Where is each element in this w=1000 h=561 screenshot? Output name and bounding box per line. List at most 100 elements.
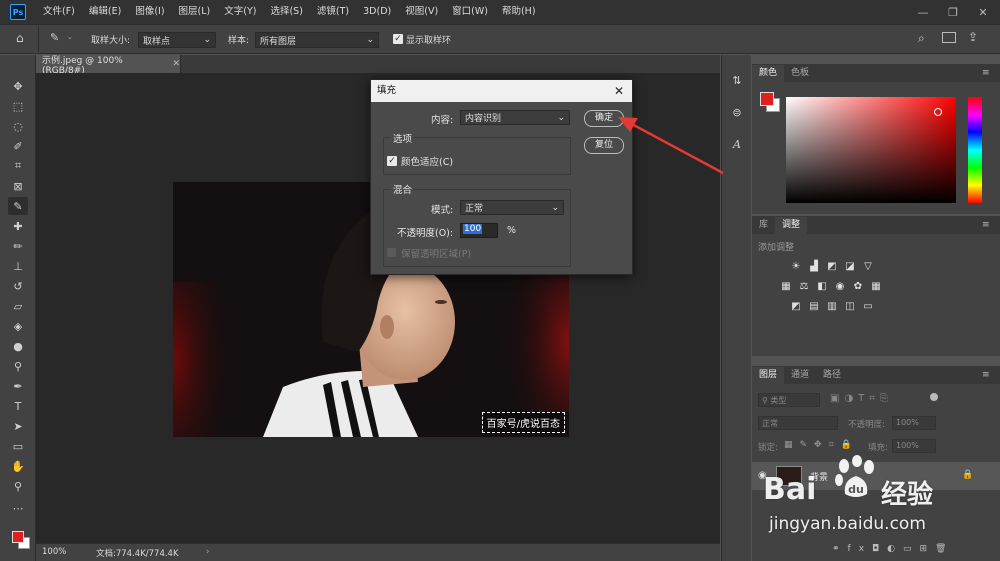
blend-mode-select[interactable]: 正常 [758, 416, 838, 430]
menu-item[interactable]: 3D(D) [356, 0, 398, 24]
menu-item[interactable]: 滤镜(T) [310, 0, 356, 24]
crop-tool-icon[interactable]: ⌗ [8, 157, 28, 175]
gradient-map-icon[interactable]: ▭ [861, 300, 875, 312]
share-icon[interactable]: ⇪ [968, 30, 978, 44]
panel-menu-icon[interactable]: ≡ [982, 370, 990, 380]
tab-channels[interactable]: 通道 [784, 367, 816, 384]
menu-item[interactable]: 视图(V) [398, 0, 445, 24]
sample-size-select[interactable]: 取样点 ⌄ [138, 32, 216, 48]
chevron-right-icon[interactable]: › [206, 547, 209, 557]
color-adapt-checkbox[interactable]: ✓ [387, 156, 397, 166]
eraser-tool-icon[interactable]: ▱ [8, 297, 28, 315]
path-select-tool-icon[interactable]: ➤ [8, 417, 28, 435]
tab-paths[interactable]: 路径 [816, 367, 848, 384]
black-white-icon[interactable]: ◧ [815, 280, 829, 292]
filter-toggle-icon[interactable] [930, 393, 938, 401]
sample-select[interactable]: 所有图层 ⌄ [255, 32, 379, 48]
frame-tool-icon[interactable]: ⊠ [8, 177, 28, 195]
posterize-icon[interactable]: ▤ [807, 300, 821, 312]
levels-icon[interactable]: ▟ [807, 260, 821, 272]
tab-swatches[interactable]: 色板 [784, 65, 816, 82]
content-select[interactable]: 内容识别 ⌄ [460, 110, 570, 125]
vibrance-icon[interactable]: ▽ [861, 260, 875, 272]
history-brush-tool-icon[interactable]: ↺ [8, 277, 28, 295]
hue-saturation-icon[interactable]: ▦ [779, 280, 793, 292]
brightness-icon[interactable]: ☀ [789, 260, 803, 272]
tab-layers[interactable]: 图层 [752, 367, 785, 384]
mode-select[interactable]: 正常 ⌄ [460, 200, 564, 215]
panel-menu-icon[interactable]: ≡ [982, 68, 990, 78]
color-lookup-icon[interactable]: ▦ [869, 280, 883, 292]
menu-item[interactable]: 编辑(E) [82, 0, 128, 24]
more-tools-icon[interactable]: ⋯ [8, 499, 28, 517]
hue-slider[interactable] [968, 97, 982, 203]
zoom-level[interactable]: 100% [42, 547, 66, 557]
selective-color-icon[interactable]: ◫ [843, 300, 857, 312]
tab-libraries[interactable]: 库 [752, 217, 775, 234]
menu-item[interactable]: 文件(F) [36, 0, 82, 24]
layer-opacity-input[interactable]: 100% [892, 416, 936, 430]
tab-color[interactable]: 颜色 [752, 65, 785, 82]
chevron-down-icon[interactable]: ⌄ [67, 33, 73, 41]
exposure-icon[interactable]: ◪ [843, 260, 857, 272]
shape-tool-icon[interactable]: ▭ [8, 437, 28, 455]
menu-item[interactable]: 文字(Y) [217, 0, 263, 24]
menu-item[interactable]: 帮助(H) [495, 0, 543, 24]
restore-icon[interactable]: ❐ [938, 0, 968, 24]
menu-item[interactable]: 图像(I) [128, 0, 171, 24]
adjustments-panel: 库 调整 ≡ 添加调整 ☀ ▟ ◩ ◪ ▽ ▦ ⚖ ◧ ◉ ✿ ▦ ◩ ▤ ▥ … [752, 216, 1000, 356]
workspace-icon[interactable] [942, 32, 956, 43]
document-tab[interactable]: 示例.jpeg @ 100%(RGB/8#) ✕ [36, 55, 181, 76]
menu-item[interactable]: 选择(S) [263, 0, 309, 24]
lock-icons[interactable]: ▦✎✥⌗🔒 [784, 440, 859, 450]
eyedropper-tool-icon[interactable]: ✎ [8, 197, 28, 215]
marquee-tool-icon[interactable]: ⬚ [8, 97, 28, 115]
layer-kind-filter[interactable]: ⚲ 类型 [758, 393, 820, 407]
close-tab-icon[interactable]: ✕ [172, 59, 180, 69]
dodge-tool-icon[interactable]: ⚲ [8, 357, 28, 375]
show-ring-checkbox[interactable]: ✓ [393, 34, 403, 44]
invert-icon[interactable]: ◩ [789, 300, 803, 312]
quick-select-tool-icon[interactable]: ✐ [8, 137, 28, 155]
menu-item[interactable]: 图层(L) [172, 0, 218, 24]
color-picker-field[interactable] [786, 97, 956, 203]
foreground-color-swatch[interactable] [760, 92, 774, 106]
eyedropper-tool-icon[interactable]: ✎ [50, 31, 59, 44]
pen-tool-icon[interactable]: ✒ [8, 377, 28, 395]
threshold-icon[interactable]: ▥ [825, 300, 839, 312]
stamp-tool-icon[interactable]: ⊥ [8, 257, 28, 275]
photo-filter-icon[interactable]: ◉ [833, 280, 847, 292]
character-panel-icon[interactable]: A [728, 135, 746, 153]
layer-fill-input[interactable]: 100% [892, 439, 936, 453]
panel-menu-icon[interactable]: ≡ [982, 220, 990, 230]
curves-icon[interactable]: ◩ [825, 260, 839, 272]
foreground-color-swatch[interactable] [12, 531, 24, 543]
history-panel-icon[interactable]: ⇅ [728, 71, 746, 89]
move-tool-icon[interactable]: ✥ [8, 77, 28, 95]
tab-adjustments[interactable]: 调整 [775, 217, 808, 234]
layer-filter-icons[interactable]: ▣◑T⌗⎘ [830, 393, 893, 404]
zoom-tool-icon[interactable]: ⚲ [8, 477, 28, 495]
minimize-icon[interactable]: — [908, 0, 938, 24]
home-icon[interactable]: ⌂ [16, 31, 32, 47]
close-icon[interactable]: ✕ [612, 80, 626, 102]
color-balance-icon[interactable]: ⚖ [797, 280, 811, 292]
brush-tool-icon[interactable]: ✏ [8, 237, 28, 255]
chevron-down-icon: ⌄ [203, 35, 211, 45]
layer-actions-icons[interactable]: ⚭fx◘◐▭⊞🗑 [832, 544, 954, 554]
menu-list: 文件(F) 编辑(E) 图像(I) 图层(L) 文字(Y) 选择(S) 滤镜(T) 3D(D)… [36, 0, 543, 24]
hand-tool-icon[interactable]: ✋ [8, 457, 28, 475]
preserve-transparency-checkbox[interactable] [387, 248, 396, 257]
blur-tool-icon[interactable]: ● [8, 337, 28, 355]
search-icon[interactable]: ⌕ [918, 31, 925, 46]
close-window-icon[interactable]: ✕ [968, 0, 998, 24]
healing-brush-tool-icon[interactable]: ✚ [8, 217, 28, 235]
paint-bucket-tool-icon[interactable]: ◈ [8, 317, 28, 335]
lasso-tool-icon[interactable]: ◌ [8, 117, 28, 135]
color-picker-cursor[interactable] [934, 108, 942, 116]
menu-item[interactable]: 窗口(W) [445, 0, 495, 24]
opacity-input[interactable]: 100 [460, 223, 498, 238]
channel-mixer-icon[interactable]: ✿ [851, 280, 865, 292]
properties-panel-icon[interactable]: ⊜ [728, 103, 746, 121]
type-tool-icon[interactable]: T [8, 397, 28, 415]
